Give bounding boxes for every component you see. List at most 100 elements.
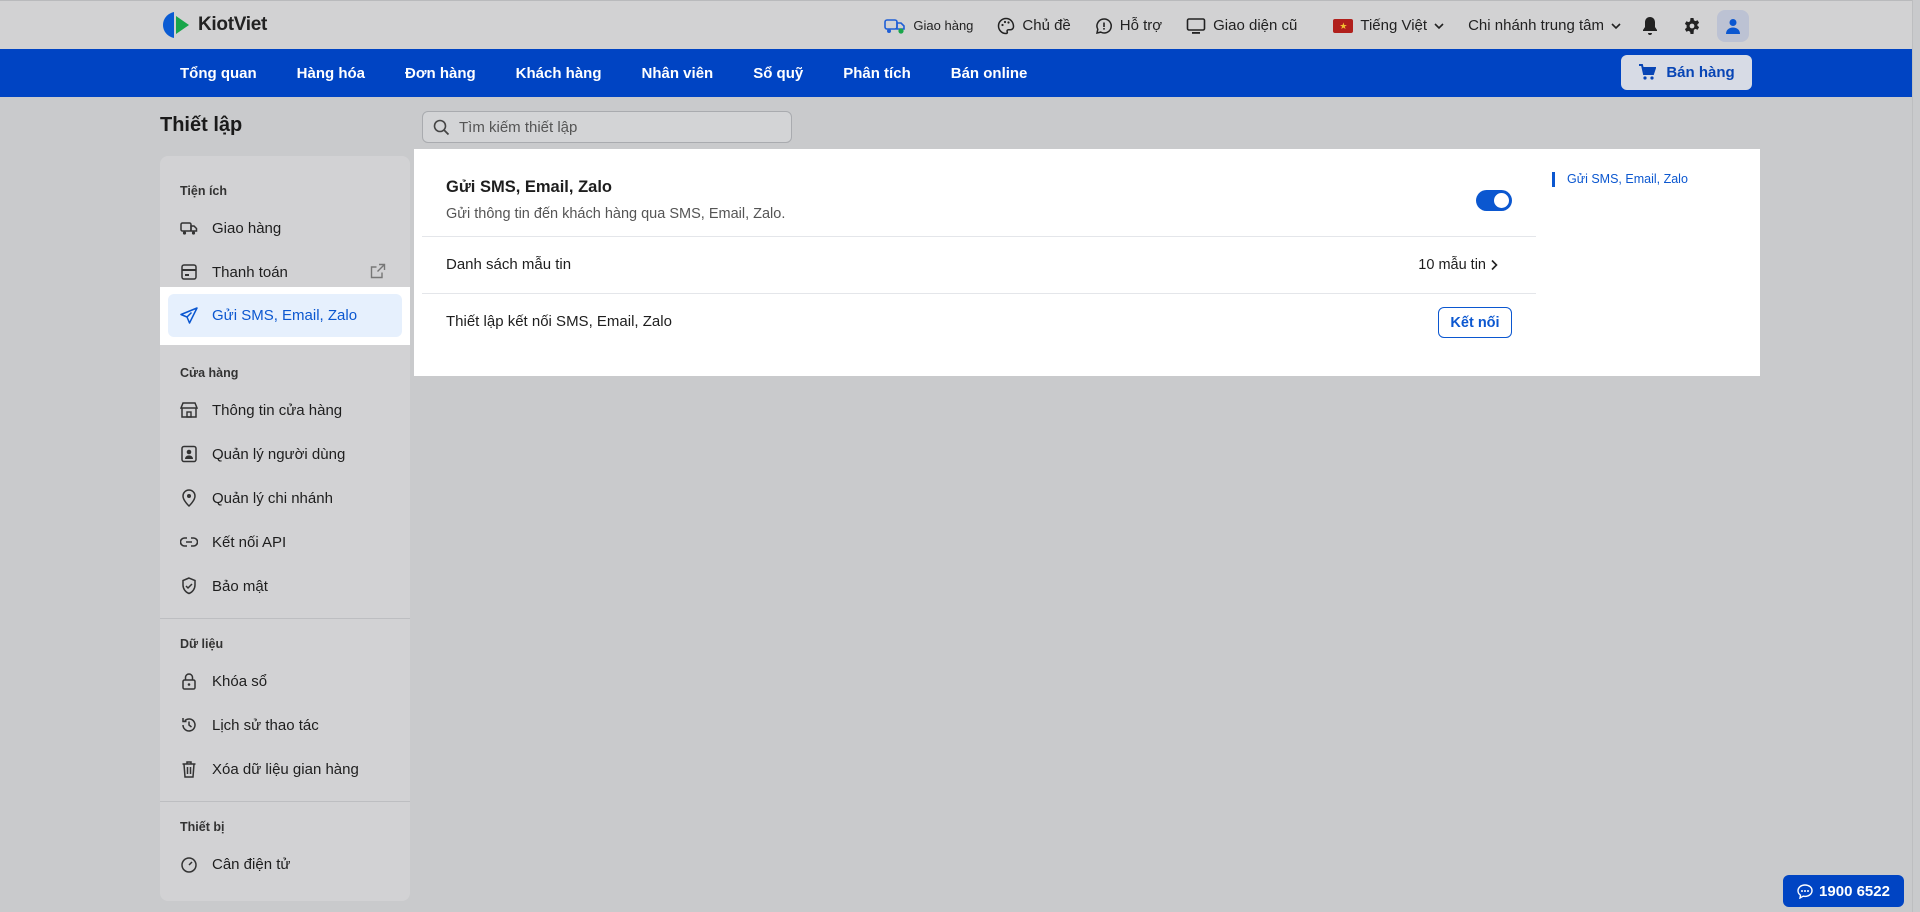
- header-link-delivery[interactable]: Giao hàng: [884, 17, 973, 35]
- language-selector[interactable]: Tiếng Việt: [1333, 17, 1444, 34]
- header-link-support[interactable]: Hỗ trợ: [1095, 17, 1162, 35]
- sidebar-active-highlight: Gửi SMS, Email, Zalo: [160, 287, 410, 345]
- scale-icon: [180, 855, 198, 873]
- sidebar-item-label: Giao hàng: [212, 219, 282, 237]
- page-title: Thiết lập: [160, 114, 243, 136]
- sidebar-item-activity-history[interactable]: Lịch sử thao tác: [160, 703, 410, 747]
- sidebar-group-data: Dữ liệu: [180, 637, 224, 651]
- connection-setup-row: Thiết lập kết nối SMS, Email, Zalo Kết n…: [422, 293, 1536, 350]
- sell-button[interactable]: Bán hàng: [1621, 55, 1752, 90]
- sidebar-item-label: Lịch sử thao tác: [212, 716, 319, 734]
- nav-item-orders[interactable]: Đơn hàng: [385, 65, 496, 82]
- sidebar-item-security[interactable]: Bảo mật: [160, 564, 410, 608]
- sidebar-item-branch-management[interactable]: Quản lý chi nhánh: [160, 476, 410, 520]
- history-icon: [180, 716, 198, 734]
- trash-icon: [180, 760, 198, 778]
- send-icon: [180, 306, 198, 325]
- nav-item-overview[interactable]: Tổng quan: [160, 65, 277, 82]
- language-label: Tiếng Việt: [1360, 17, 1428, 34]
- section-title: Gửi SMS, Email, Zalo: [446, 178, 612, 196]
- nav-item-products[interactable]: Hàng hóa: [277, 65, 385, 82]
- sidebar-item-label: Thanh toán: [212, 263, 288, 281]
- delivery-truck-icon: [180, 219, 198, 237]
- sidebar-item-delete-store-data[interactable]: Xóa dữ liệu gian hàng: [160, 747, 410, 791]
- anchor-link-sms-email-zalo[interactable]: Gửi SMS, Email, Zalo: [1552, 172, 1688, 187]
- sidebar-group-devices: Thiết bị: [180, 820, 225, 834]
- header-link-label: Giao hàng: [913, 18, 974, 33]
- template-count-link[interactable]: 10 mẫu tin: [1418, 257, 1498, 273]
- sidebar-item-label: Thông tin cửa hàng: [212, 401, 343, 419]
- main-navigation: Tổng quan Hàng hóa Đơn hàng Khách hàng N…: [0, 49, 1912, 97]
- delivery-truck-icon: [884, 18, 906, 34]
- settings-button[interactable]: [1675, 9, 1709, 43]
- sidebar-item-user-management[interactable]: Quản lý người dùng: [160, 432, 410, 476]
- hotline-number: 1900 6522: [1819, 882, 1890, 900]
- lock-icon: [180, 672, 198, 690]
- bell-icon: [1643, 16, 1657, 35]
- nav-item-online-sales[interactable]: Bán online: [931, 65, 1048, 82]
- kiotviet-logo-icon: [160, 10, 192, 40]
- user-badge-icon: [180, 445, 198, 463]
- monitor-icon: [1186, 17, 1206, 34]
- sidebar-item-lock-books[interactable]: Khóa sổ: [160, 659, 410, 703]
- header-link-old-ui[interactable]: Giao diện cũ: [1186, 17, 1297, 35]
- sidebar-item-label: Xóa dữ liệu gian hàng: [212, 760, 359, 778]
- header-link-theme[interactable]: Chủ đề: [997, 17, 1071, 35]
- header-link-label: Chủ đề: [1022, 17, 1071, 34]
- sidebar-item-api-connection[interactable]: Kết nối API: [160, 520, 410, 564]
- sidebar-item-store-info[interactable]: Thông tin cửa hàng: [160, 388, 410, 432]
- sidebar-item-label: Cân điện tử: [212, 855, 291, 873]
- header-link-label: Hỗ trợ: [1119, 17, 1163, 34]
- link-icon: [180, 533, 198, 551]
- template-list-label: Danh sách mẫu tin: [446, 256, 572, 273]
- notifications-button[interactable]: [1633, 9, 1667, 43]
- vietnam-flag-icon: [1333, 18, 1354, 33]
- sidebar-item-label: Kết nối API: [212, 533, 287, 551]
- palette-icon: [998, 17, 1015, 34]
- nav-item-employees[interactable]: Nhân viên: [622, 65, 734, 82]
- nav-item-cashbook[interactable]: Sổ quỹ: [733, 65, 823, 82]
- branch-selector[interactable]: Chi nhánh trung tâm: [1468, 17, 1621, 34]
- external-link-icon[interactable]: [370, 263, 386, 283]
- connect-button[interactable]: Kết nối: [1438, 307, 1512, 338]
- payment-terminal-icon: [180, 263, 198, 281]
- settings-sidebar: Tiện ích Giao hàng Thanh toán Cửa hàng T…: [160, 156, 410, 901]
- shield-icon: [180, 577, 198, 595]
- section-description: Gửi thông tin đến khách hàng qua SMS, Em…: [446, 206, 786, 222]
- sidebar-item-sms-email-zalo[interactable]: Gửi SMS, Email, Zalo: [168, 294, 402, 337]
- search-icon: [433, 119, 450, 135]
- location-pin-icon: [180, 489, 198, 507]
- settings-search[interactable]: [422, 111, 792, 143]
- sidebar-item-electronic-scale[interactable]: Cân điện tử: [160, 842, 410, 886]
- connection-setup-label: Thiết lập kết nối SMS, Email, Zalo: [446, 313, 672, 330]
- chat-bubble-icon: [1797, 883, 1813, 899]
- shopping-cart-icon: [1639, 64, 1657, 80]
- user-avatar-button[interactable]: [1717, 9, 1749, 42]
- settings-search-input[interactable]: [459, 118, 779, 136]
- sidebar-item-label: Gửi SMS, Email, Zalo: [212, 307, 358, 324]
- sidebar-item-delivery[interactable]: Giao hàng: [160, 206, 410, 250]
- brand-name: KiotViet: [198, 14, 268, 35]
- sell-button-label: Bán hàng: [1666, 64, 1735, 81]
- brand-logo[interactable]: KiotViet: [160, 10, 267, 40]
- nav-item-customers[interactable]: Khách hàng: [496, 65, 622, 82]
- user-icon: [1726, 18, 1740, 34]
- sidebar-item-label: Quản lý chi nhánh: [212, 489, 333, 507]
- branch-label: Chi nhánh trung tâm: [1468, 17, 1604, 34]
- sidebar-group-utilities: Tiện ích: [180, 184, 228, 198]
- sidebar-divider: [160, 618, 410, 619]
- sidebar-item-label: Bảo mật: [212, 577, 268, 595]
- sms-settings-card: Gửi SMS, Email, Zalo Gửi thông tin đến k…: [422, 156, 1536, 362]
- chevron-right-icon: [1491, 259, 1498, 271]
- chevron-down-icon: [1434, 22, 1444, 29]
- template-list-row[interactable]: Danh sách mẫu tin 10 mẫu tin: [422, 236, 1536, 293]
- gear-icon: [1684, 17, 1700, 34]
- header-link-label: Giao diện cũ: [1213, 17, 1298, 34]
- sms-enable-toggle[interactable]: [1476, 190, 1512, 211]
- nav-item-analytics[interactable]: Phân tích: [823, 65, 931, 82]
- top-bar: KiotViet Giao hàng Chủ đề Hỗ trợ Giao di…: [0, 0, 1912, 49]
- hotline-button[interactable]: 1900 6522: [1783, 875, 1904, 907]
- page-scrollbar[interactable]: [1912, 0, 1920, 912]
- sidebar-item-label: Khóa sổ: [212, 672, 268, 690]
- sidebar-divider: [160, 801, 410, 802]
